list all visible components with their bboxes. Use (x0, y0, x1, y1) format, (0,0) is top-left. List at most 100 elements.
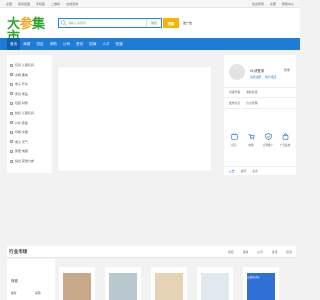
service-buy[interactable]: 求购 (243, 133, 259, 147)
panel-row-2: 发布信息 信息管理 (229, 101, 257, 105)
sidebar-category-label: 电子 天气 (15, 139, 28, 144)
top-link-qrcode[interactable]: 二维码 (51, 2, 60, 6)
site-logo[interactable]: 大参集市 DA CAN JI SHI (7, 18, 49, 48)
section-link-supply[interactable]: 供应 (228, 250, 234, 254)
category-icon (10, 111, 13, 115)
section-link-invest[interactable]: 招商 (286, 250, 292, 254)
search-button[interactable]: 搜索 (163, 18, 179, 28)
sidebar-category[interactable]: 水箱 蓄电 (10, 71, 28, 79)
register-link[interactable]: 免费注册 (250, 75, 261, 79)
top-bar-left: 全国 招商加盟 手机版 二维码 在线咨询 (6, 2, 78, 6)
nav-item[interactable]: 资讯 (73, 38, 86, 50)
user-panel: Hi,请登录 登录 免费注册 账户找回 商铺升级 我的商铺 发布信息 信息管理 … (224, 55, 296, 175)
top-link-help[interactable]: 帮助中心 (282, 2, 294, 6)
nav-item[interactable]: 公司 (60, 38, 73, 50)
tab-headlines[interactable]: 头条 (252, 169, 258, 173)
nav-item[interactable]: 供应 (33, 38, 46, 50)
banner-area[interactable] (57, 66, 212, 172)
product-card[interactable] (105, 267, 141, 300)
section-header: 行业市场 供应 采购 公司 资讯 招商 (7, 246, 296, 258)
panel-divider (224, 108, 296, 109)
section-left-column: 商城 推荐 采购 (7, 259, 55, 300)
panel-tabs: 公告 资讯 头条 (224, 166, 296, 174)
find-password-link[interactable]: 账户找回 (265, 75, 276, 79)
nav-item[interactable]: 商城 (20, 38, 33, 50)
search-input[interactable]: 请输入关键词 (68, 21, 146, 25)
left-col-link-recommend[interactable]: 推荐 (11, 291, 17, 295)
top-link-mobile[interactable]: 手机版 (36, 2, 45, 6)
category-icon (10, 140, 13, 144)
search-scope-select[interactable]: 供应 (145, 19, 161, 27)
publish-info-link[interactable]: 发布信息 (229, 101, 240, 105)
top-link-login[interactable]: 欢迎登录 (252, 2, 264, 6)
left-col-link-buy[interactable]: 采购 (35, 291, 41, 295)
nav-item[interactable]: 招商 (86, 38, 99, 50)
sidebar-category[interactable]: 户外 装备 (10, 119, 28, 127)
product-card[interactable] (59, 267, 95, 300)
my-shop-link[interactable]: 我的商铺 (246, 90, 257, 94)
panel-divider (224, 97, 296, 98)
sidebar-category[interactable]: 电子 天气 (10, 138, 28, 146)
product-card[interactable] (197, 267, 233, 300)
tab-notice[interactable]: 公告 (229, 169, 235, 173)
nav-item[interactable]: 采购 (47, 38, 60, 50)
category-icon (10, 92, 13, 96)
sidebar-category[interactable]: 家具 饰品 (10, 90, 28, 98)
sidebar-category-label: 户外 装备 (15, 120, 28, 125)
product-card-promo[interactable]: 全店满减活动 (243, 267, 279, 300)
greeting-text: Hi,请登录 (250, 69, 265, 73)
service-ads[interactable]: 广告投放 (277, 133, 293, 147)
nav-item[interactable]: 首页 (7, 38, 21, 50)
nav-item[interactable]: 人才 (99, 38, 112, 50)
sidebar-category-label: 玩具 儿童玩具 (15, 63, 34, 67)
product-image (109, 273, 137, 300)
shop-upgrade-link[interactable]: 商铺升级 (229, 90, 240, 94)
login-link[interactable]: 登录 (284, 68, 290, 72)
top-link-franchise[interactable]: 招商加盟 (18, 2, 30, 6)
product-card[interactable] (151, 267, 187, 300)
top-link-register[interactable]: 注册 (270, 2, 276, 6)
search-box: 请输入关键词 供应 (58, 18, 162, 28)
category-icon (10, 130, 13, 134)
sidebar-category[interactable]: 综合 其他分类 (10, 157, 34, 165)
avatar (229, 64, 245, 80)
promo-text: 全店满减活动 (245, 276, 260, 279)
sidebar-category[interactable]: 纺织 儿童玩具 (10, 109, 34, 117)
left-col-heading[interactable]: 商城 (11, 278, 18, 283)
sidebar-category[interactable]: 家居 电器 (10, 147, 28, 155)
service-supply[interactable]: 供应 (226, 133, 242, 147)
section-link-buy[interactable]: 采购 (243, 250, 249, 254)
product-image (201, 273, 229, 300)
service-promote[interactable]: 分销推广 (260, 133, 276, 147)
sidebar-category[interactable]: 电子 开关 (10, 80, 28, 88)
top-link-location[interactable]: 全国 (6, 2, 12, 6)
cart-icon (248, 134, 255, 140)
sidebar-category[interactable]: 包装 材质 (10, 99, 28, 107)
sidebar-category-label: 纺织 儿童玩具 (15, 111, 34, 115)
info-manage-link[interactable]: 信息管理 (246, 101, 257, 105)
sidebar-category-label: 综合 其他分类 (15, 159, 34, 163)
category-icon (10, 73, 13, 77)
nav-items: 首页 商城 供应 采购 公司 资讯 招商 人才 知道 (7, 38, 126, 50)
category-icon (10, 82, 13, 86)
section-link-company[interactable]: 公司 (257, 250, 263, 254)
section-title: 行业市场 (9, 249, 28, 254)
category-icon (10, 159, 13, 163)
shield-icon (264, 133, 272, 140)
sidebar-category-label: 电子 开关 (15, 82, 28, 87)
search-icon (61, 20, 67, 26)
sidebar-category-label: 家居 电器 (15, 149, 28, 154)
sidebar-category[interactable]: 印刷 文娱 (10, 128, 28, 136)
panel-divider (224, 87, 296, 88)
top-bar-right: 欢迎登录 注册 帮助中心 (252, 2, 294, 6)
panel-row-1: 商铺升级 我的商铺 (229, 90, 257, 94)
section-link-news[interactable]: 资讯 (272, 250, 278, 254)
publish-ad-link[interactable]: 发广告 (183, 21, 192, 25)
sidebar-category-label: 包装 材质 (15, 101, 28, 106)
register-links: 免费注册 账户找回 (250, 75, 276, 79)
supply-icon (230, 133, 238, 140)
tab-news[interactable]: 资讯 (241, 169, 247, 173)
sidebar-category[interactable]: 玩具 儿童玩具 (10, 61, 34, 69)
top-link-service[interactable]: 在线咨询 (66, 2, 78, 6)
nav-item[interactable]: 知道 (113, 38, 126, 50)
